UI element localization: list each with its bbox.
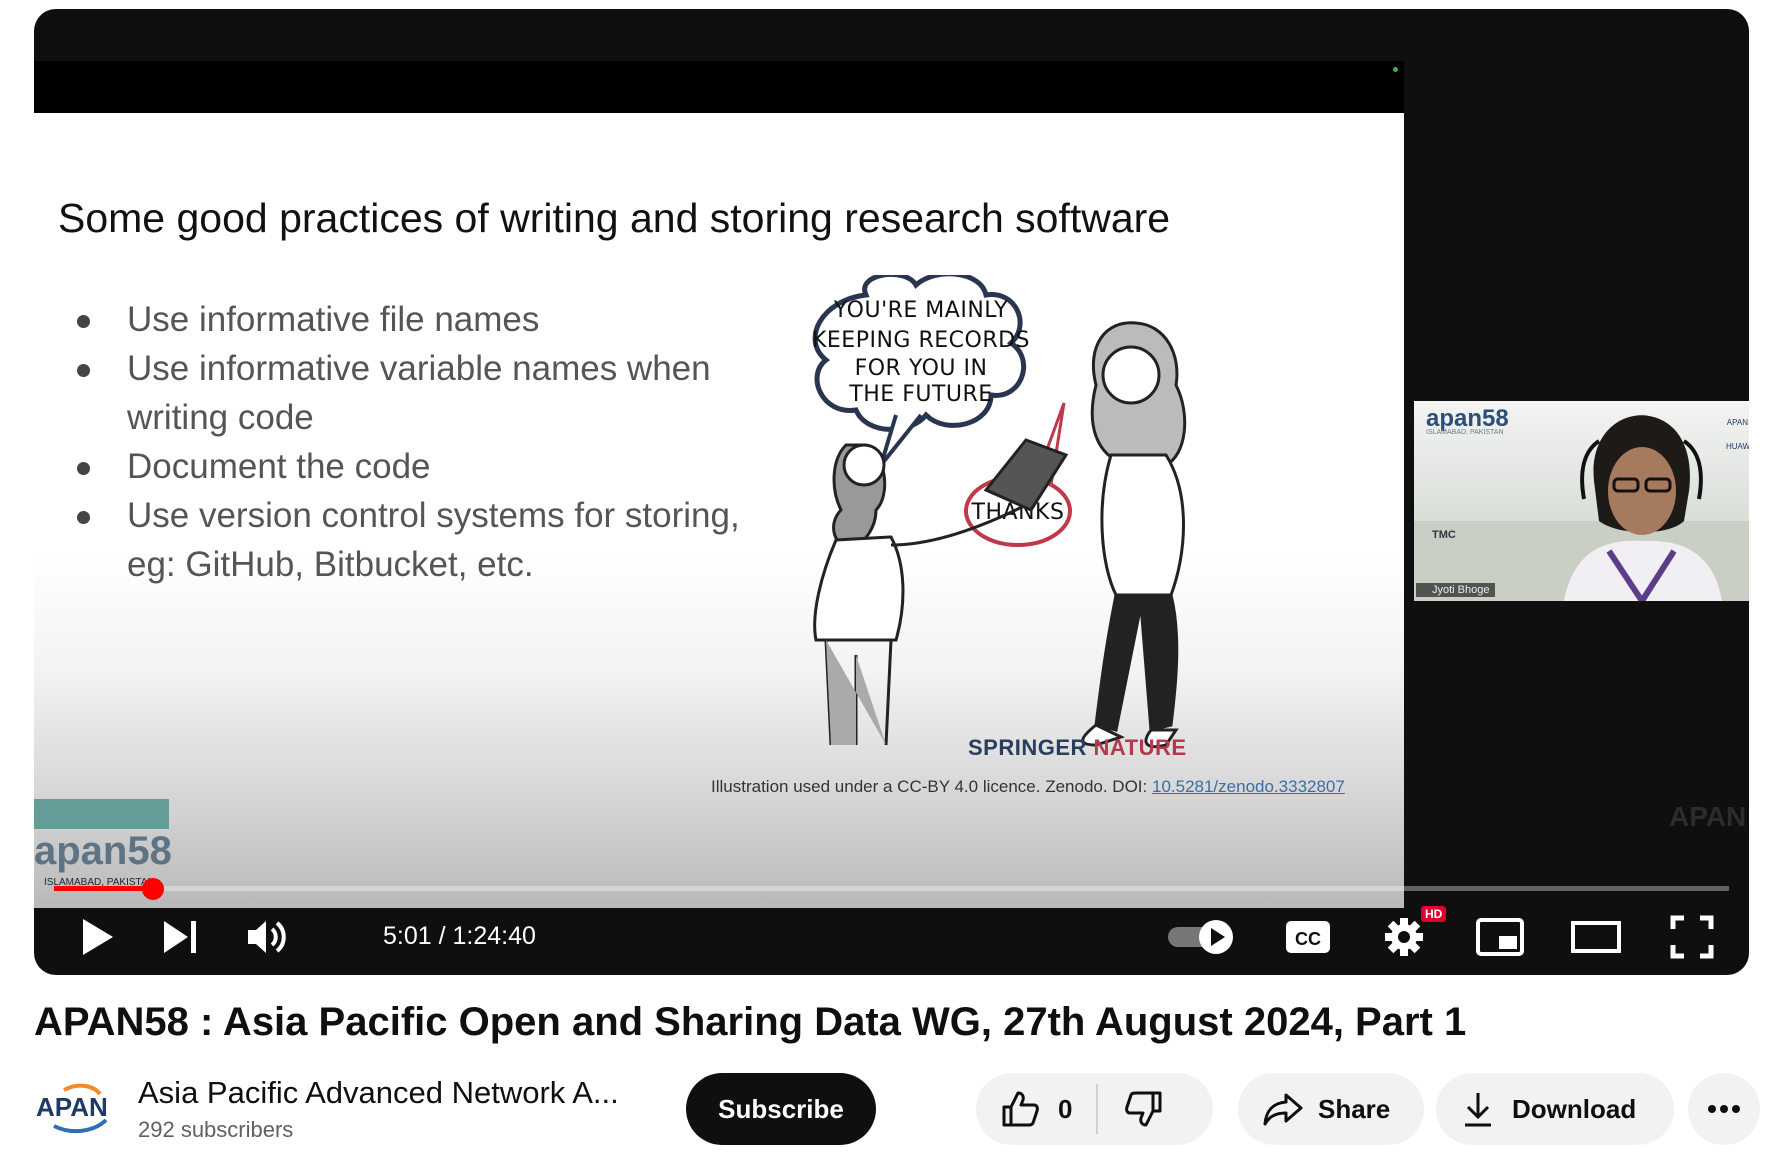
svg-text:CC: CC: [1295, 929, 1321, 949]
speech-line: FOR YOU IN: [855, 356, 988, 381]
more-horizontal-icon: [1708, 1105, 1740, 1113]
captions-button[interactable]: CC: [1282, 913, 1334, 961]
play-button[interactable]: [72, 913, 122, 961]
channel-avatar[interactable]: APAN: [34, 1080, 116, 1136]
progress-bar[interactable]: [54, 886, 1729, 891]
like-button[interactable]: 0: [976, 1073, 1096, 1145]
autoplay-toggle[interactable]: [1164, 913, 1240, 961]
slide-bullet: Use informative file names: [70, 295, 790, 344]
share-button[interactable]: Share: [1238, 1073, 1424, 1145]
next-icon: [164, 921, 196, 953]
progress-scrubber[interactable]: [142, 878, 164, 900]
video-player[interactable]: Some good practices of writing and stori…: [34, 9, 1749, 975]
presentation-slide: Some good practices of writing and stori…: [34, 113, 1404, 908]
bullet-dot: [77, 315, 90, 328]
slide-bullet: Use informative variable names when writ…: [70, 344, 790, 442]
share-label: Share: [1318, 1093, 1391, 1124]
gear-icon: [1385, 918, 1423, 956]
like-dislike-group: 0: [976, 1073, 1213, 1145]
bullet-dot: [77, 364, 90, 377]
volume-icon: [248, 921, 286, 953]
speech-line: YOU'RE MAINLY: [833, 298, 1008, 323]
doi-link: 10.5281/zenodo.3332807: [1151, 777, 1345, 796]
bullet-dot: [77, 462, 90, 475]
like-divider: [1096, 1084, 1098, 1134]
time-display: 5:01 / 1:24:40: [383, 922, 536, 950]
slide-top-bar: [34, 61, 1404, 113]
slide-bullet: Use version control systems for storing,…: [70, 491, 790, 589]
illustration: YOU'RE MAINLY KEEPING RECORDS FOR YOU IN…: [812, 275, 1187, 749]
speech-line: KEEPING RECORDS: [812, 328, 1030, 353]
progress-played: [54, 886, 153, 891]
apan-watermark: APAN: [1669, 801, 1747, 832]
webcam-sponsor: TMC: [1432, 529, 1456, 541]
slide-bullet-list: Use informative file names Use informati…: [70, 295, 790, 589]
share-icon: [1263, 1093, 1303, 1126]
speaker-webcam: apan58 ISLAMABAD, PAKISTAN TMC APANHUAWE…: [1414, 401, 1749, 601]
subscriber-count: 292 subscribers: [138, 1117, 294, 1142]
dislike-button[interactable]: [1098, 1073, 1213, 1145]
next-button[interactable]: [156, 913, 206, 961]
download-icon: [1465, 1093, 1491, 1127]
svg-text:APAN: APAN: [36, 1092, 108, 1122]
mute-button[interactable]: [242, 913, 292, 961]
svg-text:apan58: apan58: [34, 829, 172, 873]
video-title: APAN58 : Asia Pacific Open and Sharing D…: [34, 1000, 1467, 1044]
recording-indicator: [1393, 67, 1398, 72]
thumbs-up-icon: [1002, 1091, 1039, 1127]
thumbs-down-icon: [1125, 1091, 1162, 1127]
fullscreen-button[interactable]: [1666, 913, 1718, 961]
speaker-figure: [1564, 415, 1722, 601]
cc-icon: CC: [1286, 921, 1330, 953]
person-right: [1081, 321, 1187, 749]
slide-title: Some good practices of writing and stori…: [58, 195, 1171, 241]
channel-name[interactable]: Asia Pacific Advanced Network A...: [138, 1075, 619, 1111]
download-label: Download: [1512, 1093, 1637, 1124]
hd-badge: HD: [1421, 906, 1447, 922]
bullet-dot: [77, 511, 90, 524]
webcam-event-location: ISLAMABAD, PAKISTAN: [1426, 429, 1504, 436]
download-button[interactable]: Download: [1436, 1073, 1674, 1145]
slide-credit: Illustration used under a CC-BY 4.0 lice…: [711, 777, 1345, 796]
fullscreen-icon: [1670, 915, 1714, 959]
miniplayer-icon: [1476, 918, 1524, 956]
theater-mode-button[interactable]: [1568, 913, 1624, 961]
speech-line: THE FUTURE: [848, 382, 992, 407]
webcam-name-label: Jyoti Bhoge: [1416, 583, 1496, 597]
like-count: 0: [1058, 1093, 1073, 1124]
springer-nature-logo: SPRINGER NATURE: [968, 735, 1187, 760]
play-icon: [83, 919, 113, 955]
miniplayer-button[interactable]: [1474, 913, 1526, 961]
theater-icon: [1571, 921, 1621, 953]
autoplay-toggle-icon: [1168, 920, 1233, 954]
webcam-side-logos: APANHUAWEI: [1726, 418, 1749, 451]
slide-bullet: Document the code: [70, 442, 790, 491]
subscribe-button[interactable]: Subscribe: [686, 1073, 876, 1145]
more-actions-button[interactable]: [1688, 1073, 1760, 1145]
